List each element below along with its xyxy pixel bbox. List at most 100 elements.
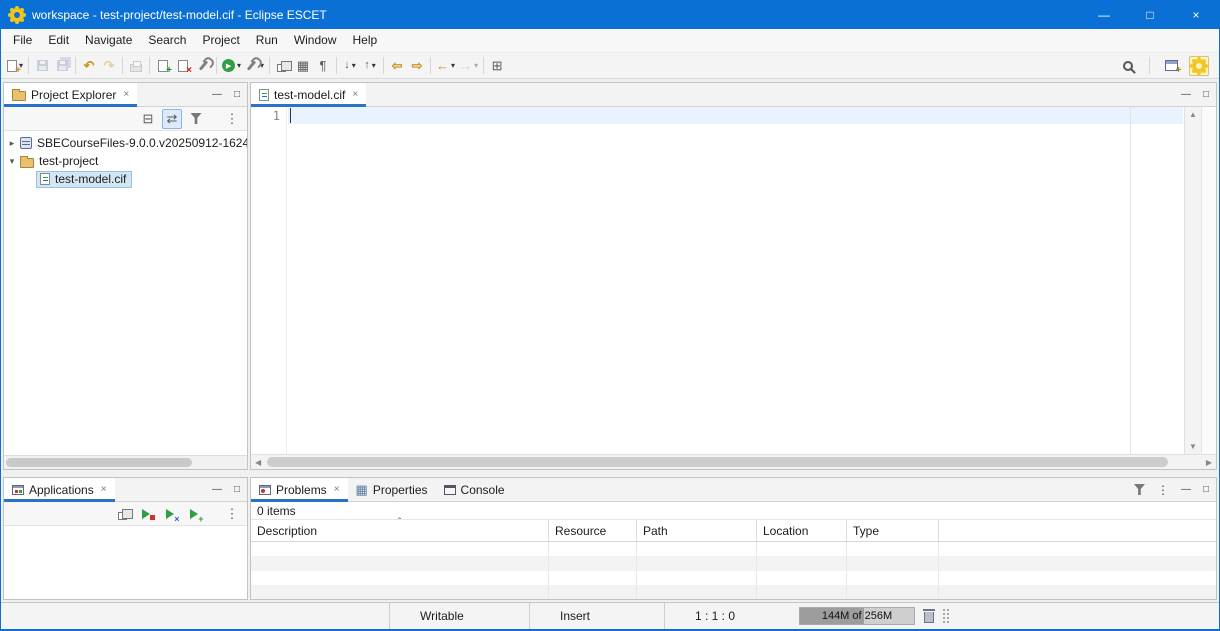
status-grip[interactable] xyxy=(943,609,949,623)
insert-mode-status: Insert xyxy=(529,603,664,629)
scroll-right-icon[interactable]: ▶ xyxy=(1206,458,1212,467)
selected-tree-item[interactable]: test-model.cif xyxy=(36,171,132,188)
minimize-view-button[interactable]: — xyxy=(212,89,222,100)
new-cif-file-button[interactable] xyxy=(153,55,173,77)
escet-perspective-button[interactable] xyxy=(1189,56,1209,76)
scroll-left-icon[interactable]: ◀ xyxy=(255,458,261,467)
collapse-all-button[interactable]: ⊟ xyxy=(138,109,158,129)
maximize-view-button[interactable]: □ xyxy=(1203,484,1209,495)
minimize-view-button[interactable]: — xyxy=(1181,484,1191,495)
filter-button[interactable] xyxy=(186,109,206,129)
scroll-up-icon[interactable]: ▲ xyxy=(1189,110,1197,119)
close-editor-icon[interactable]: × xyxy=(352,89,358,100)
forward-button[interactable]: → ▾ xyxy=(457,55,480,77)
twistie-collapsed-icon[interactable]: ▸ xyxy=(4,138,20,149)
remove-application-button[interactable] xyxy=(162,504,182,524)
save-button[interactable] xyxy=(32,55,52,77)
tree-item-test-project[interactable]: ▾ test-project xyxy=(4,152,247,170)
previous-annotation-dropdown-icon[interactable]: ▾ xyxy=(372,61,376,70)
last-edit-location-button[interactable]: ⇦ xyxy=(387,55,407,77)
show-whitespace-button[interactable]: ¶ xyxy=(313,55,333,77)
hscrollbar-thumb[interactable] xyxy=(267,457,1168,467)
view-menu-button[interactable]: ⋮ xyxy=(222,504,242,524)
redo-button[interactable]: ↷ xyxy=(99,55,119,77)
check-model-button[interactable]: ▶ ▾ xyxy=(220,55,243,77)
minimize-button[interactable]: — xyxy=(1081,1,1127,29)
word-wrap-button[interactable] xyxy=(273,55,293,77)
next-annotation-dropdown-icon[interactable]: ▾ xyxy=(352,61,356,70)
delete-button[interactable] xyxy=(173,55,193,77)
open-new-editor-button[interactable]: ⊞ xyxy=(487,55,507,77)
menu-help[interactable]: Help xyxy=(345,29,386,52)
column-filler xyxy=(939,520,1216,541)
menu-project[interactable]: Project xyxy=(194,29,247,52)
maximize-view-button[interactable]: □ xyxy=(234,484,240,495)
tab-problems[interactable]: Problems × xyxy=(251,478,348,501)
eclipse-escet-window: workspace - test-project/test-model.cif … xyxy=(0,0,1220,631)
undo-button[interactable]: ↶ xyxy=(79,55,99,77)
maximize-editor-button[interactable]: □ xyxy=(1203,89,1209,100)
menu-navigate[interactable]: Navigate xyxy=(77,29,140,52)
block-selection-button[interactable]: ▦ xyxy=(293,55,313,77)
tab-test-model-cif[interactable]: test-model.cif × xyxy=(251,83,366,106)
main-area: Project Explorer × — □ ⊟ ⇄ ⋮ xyxy=(1,80,1219,602)
tab-applications[interactable]: Applications × xyxy=(4,478,115,501)
tree-item-sbecoursefiles[interactable]: ▸ SBECourseFiles-9.0.0.v20250912-16241 xyxy=(4,134,247,152)
twistie-expanded-icon[interactable]: ▾ xyxy=(4,156,20,167)
previous-annotation-button[interactable]: ↑ ▾ xyxy=(360,55,380,77)
tree-item-test-model[interactable]: test-model.cif xyxy=(4,170,247,188)
menu-run[interactable]: Run xyxy=(248,29,286,52)
tab-properties[interactable]: ▦ Properties xyxy=(348,478,436,501)
maximize-view-button[interactable]: □ xyxy=(234,89,240,100)
column-type[interactable]: Type xyxy=(847,520,939,541)
hscrollbar-thumb[interactable] xyxy=(6,458,192,467)
next-annotation-button[interactable]: ↓ ▾ xyxy=(340,55,360,77)
editor-hscrollbar[interactable]: ◀ ▶ xyxy=(251,454,1216,469)
menu-edit[interactable]: Edit xyxy=(40,29,77,52)
open-perspective-button[interactable] xyxy=(1161,55,1181,77)
menu-file[interactable]: File xyxy=(5,29,40,52)
column-location[interactable]: Location xyxy=(757,520,847,541)
minimize-view-button[interactable]: — xyxy=(212,484,222,495)
show-all-applications-button[interactable] xyxy=(114,504,134,524)
terminate-application-button[interactable] xyxy=(138,504,158,524)
scroll-down-icon[interactable]: ▼ xyxy=(1189,442,1197,451)
new-button[interactable]: ▾ xyxy=(5,55,25,77)
toolbar-separator xyxy=(28,57,29,74)
external-tools-button[interactable]: ▾ xyxy=(243,55,266,77)
save-all-button[interactable] xyxy=(52,55,72,77)
line-number: 1 xyxy=(273,109,280,123)
close-view-icon[interactable]: × xyxy=(334,484,340,495)
add-application-button[interactable] xyxy=(186,504,206,524)
tab-project-explorer[interactable]: Project Explorer × xyxy=(4,83,137,106)
close-button[interactable]: × xyxy=(1173,1,1219,29)
menu-window[interactable]: Window xyxy=(286,29,345,52)
view-menu-button[interactable]: ⋮ xyxy=(222,109,242,129)
run-garbage-collector-button[interactable] xyxy=(924,609,934,623)
check-model-dropdown-icon[interactable]: ▾ xyxy=(237,61,241,70)
forward-dropdown-icon[interactable]: ▾ xyxy=(474,61,478,70)
editor-body[interactable]: 1 ▲ ▼ xyxy=(251,107,1216,454)
maximize-button[interactable]: □ xyxy=(1127,1,1173,29)
view-menu-icon[interactable]: ⋮ xyxy=(1157,483,1169,497)
next-edit-location-button[interactable]: ⇨ xyxy=(407,55,427,77)
link-with-editor-button[interactable]: ⇄ xyxy=(162,109,182,129)
close-view-icon[interactable]: × xyxy=(123,89,129,100)
column-path[interactable]: Path xyxy=(637,520,757,541)
toolbar-separator xyxy=(149,57,150,74)
column-description[interactable]: ˆ Description xyxy=(251,520,549,541)
tab-console[interactable]: Console xyxy=(436,478,513,501)
project-explorer-tabbar: Project Explorer × — □ xyxy=(4,83,247,107)
editor-vscrollbar[interactable]: ▲ ▼ xyxy=(1184,107,1201,454)
filter-icon[interactable] xyxy=(1134,484,1145,495)
search-button[interactable] xyxy=(1118,55,1138,77)
column-resource[interactable]: Resource xyxy=(549,520,637,541)
project-explorer-hscrollbar[interactable] xyxy=(4,455,247,469)
edit-button[interactable] xyxy=(193,55,213,77)
menu-search[interactable]: Search xyxy=(140,29,194,52)
print-button[interactable] xyxy=(126,55,146,77)
close-view-icon[interactable]: × xyxy=(101,484,107,495)
back-button[interactable]: ← ▾ xyxy=(434,55,457,77)
minimize-editor-button[interactable]: — xyxy=(1181,89,1191,100)
back-dropdown-icon[interactable]: ▾ xyxy=(451,61,455,70)
